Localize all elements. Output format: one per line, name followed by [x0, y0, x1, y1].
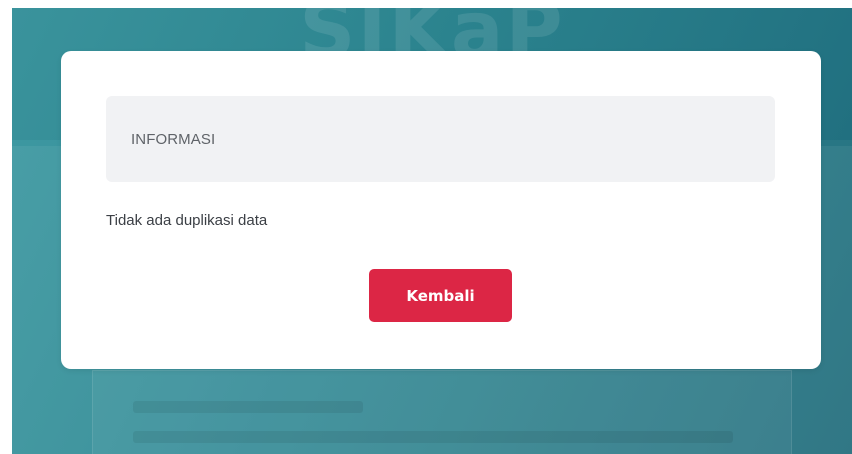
dialog-title: INFORMASI [131, 130, 216, 148]
panel-placeholder-line [133, 401, 363, 413]
screen: SIKaP INFORMASI Tidak ada duplikasi data… [0, 0, 852, 454]
app-content-panel [92, 370, 792, 454]
dialog-message: Tidak ada duplikasi data [106, 212, 268, 229]
dialog-header: INFORMASI [106, 96, 775, 182]
panel-placeholder-line [133, 431, 733, 443]
back-button[interactable]: Kembali [369, 269, 512, 322]
info-dialog: INFORMASI Tidak ada duplikasi data Kemba… [61, 51, 821, 369]
